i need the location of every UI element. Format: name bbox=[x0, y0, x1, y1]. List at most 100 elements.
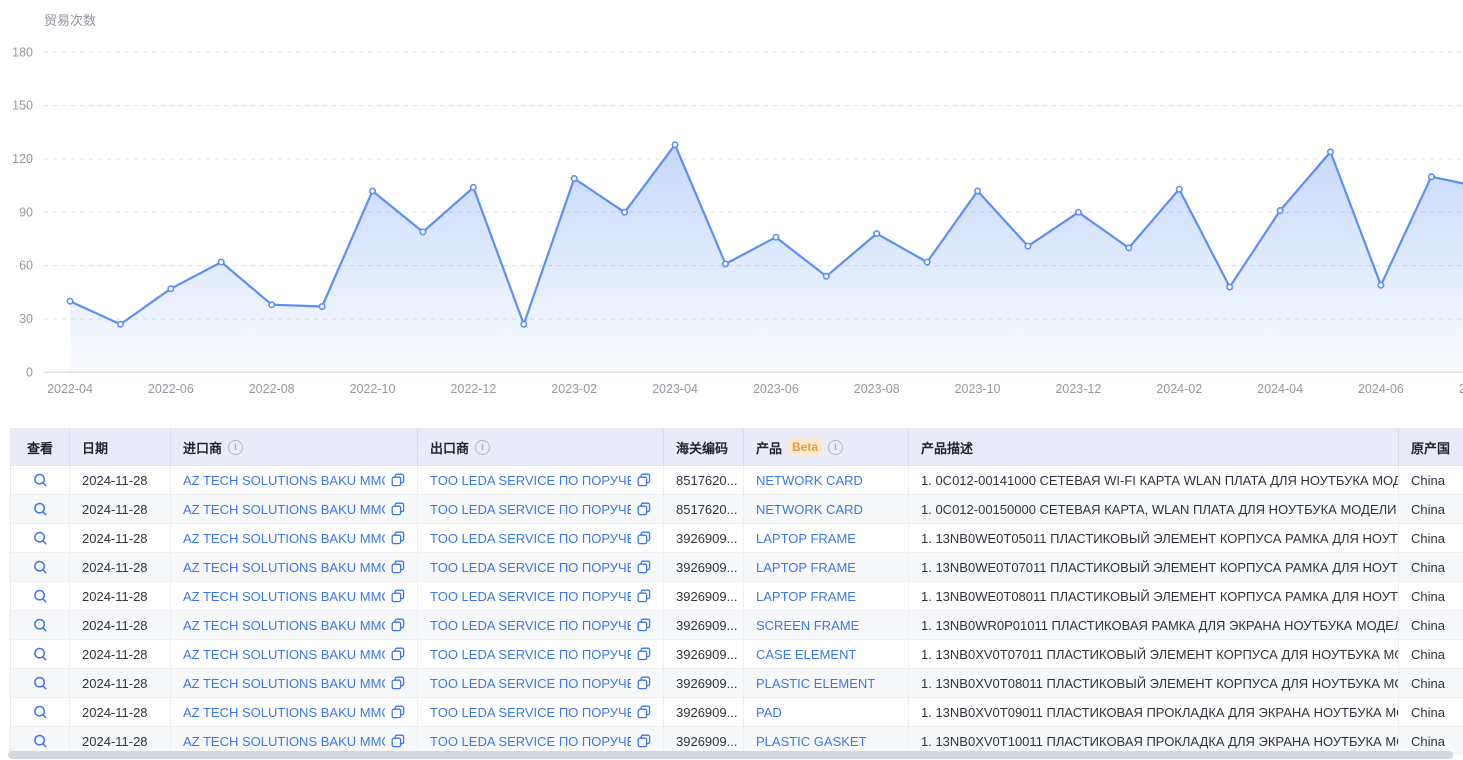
copy-icon[interactable] bbox=[391, 734, 405, 748]
origin-country-value: China bbox=[1411, 589, 1445, 604]
data-point-marker[interactable] bbox=[370, 188, 375, 193]
data-point-marker[interactable] bbox=[924, 259, 929, 264]
data-point-marker[interactable] bbox=[1378, 282, 1383, 287]
product-link[interactable]: CASE ELEMENT bbox=[756, 647, 856, 662]
data-point-marker[interactable] bbox=[1177, 186, 1182, 191]
search-icon bbox=[33, 734, 48, 749]
importer-link[interactable]: AZ TECH SOLUTIONS BAKU MMC bbox=[183, 589, 385, 604]
copy-icon[interactable] bbox=[637, 618, 651, 632]
exporter-link[interactable]: TOO LEDA SERVICE ПО ПОРУЧЕН... bbox=[430, 589, 631, 604]
info-icon[interactable]: i bbox=[475, 440, 490, 455]
copy-icon[interactable] bbox=[391, 531, 405, 545]
view-details-button[interactable] bbox=[11, 640, 70, 669]
view-details-button[interactable] bbox=[11, 582, 70, 611]
copy-icon[interactable] bbox=[391, 647, 405, 661]
data-point-marker[interactable] bbox=[1328, 149, 1333, 154]
data-point-marker[interactable] bbox=[420, 229, 425, 234]
view-details-button[interactable] bbox=[11, 553, 70, 582]
copy-icon[interactable] bbox=[637, 502, 651, 516]
view-details-button[interactable] bbox=[11, 524, 70, 553]
exporter-link[interactable]: TOO LEDA SERVICE ПО ПОРУЧЕН... bbox=[430, 676, 631, 691]
copy-icon[interactable] bbox=[637, 531, 651, 545]
product-link[interactable]: PLASTIC ELEMENT bbox=[756, 676, 875, 691]
data-point-marker[interactable] bbox=[521, 322, 526, 327]
view-details-button[interactable] bbox=[11, 611, 70, 640]
data-point-marker[interactable] bbox=[824, 274, 829, 279]
data-point-marker[interactable] bbox=[572, 176, 577, 181]
exporter-link[interactable]: TOO LEDA SERVICE ПО ПОРУЧЕН... bbox=[430, 502, 631, 517]
data-point-marker[interactable] bbox=[773, 234, 778, 239]
copy-icon[interactable] bbox=[391, 676, 405, 690]
copy-icon[interactable] bbox=[391, 560, 405, 574]
copy-icon[interactable] bbox=[391, 502, 405, 516]
data-point-marker[interactable] bbox=[672, 142, 677, 147]
copy-icon[interactable] bbox=[637, 705, 651, 719]
data-point-marker[interactable] bbox=[1429, 174, 1434, 179]
importer-link[interactable]: AZ TECH SOLUTIONS BAKU MMC bbox=[183, 502, 385, 517]
importer-link[interactable]: AZ TECH SOLUTIONS BAKU MMC bbox=[183, 560, 385, 575]
copy-icon[interactable] bbox=[391, 618, 405, 632]
exporter-link[interactable]: TOO LEDA SERVICE ПО ПОРУЧЕН... bbox=[430, 531, 631, 546]
hs-code-cell: 3926909... bbox=[664, 582, 744, 611]
data-point-marker[interactable] bbox=[723, 261, 728, 266]
product-link[interactable]: LAPTOP FRAME bbox=[756, 589, 856, 604]
data-point-marker[interactable] bbox=[118, 322, 123, 327]
date-cell: 2024-11-28 bbox=[70, 640, 171, 669]
exporter-link[interactable]: TOO LEDA SERVICE ПО ПОРУЧЕН... bbox=[430, 705, 631, 720]
product-link[interactable]: SCREEN FRAME bbox=[756, 618, 859, 633]
importer-cell: AZ TECH SOLUTIONS BAKU MMC bbox=[171, 611, 418, 640]
view-details-button[interactable] bbox=[11, 669, 70, 698]
x-tick-label: 2023-04 bbox=[652, 382, 698, 396]
data-point-marker[interactable] bbox=[1227, 284, 1232, 289]
exporter-link[interactable]: TOO LEDA SERVICE ПО ПОРУЧЕН... bbox=[430, 473, 631, 488]
data-point-marker[interactable] bbox=[1126, 245, 1131, 250]
data-point-marker[interactable] bbox=[219, 259, 224, 264]
exporter-link[interactable]: TOO LEDA SERVICE ПО ПОРУЧЕН... bbox=[430, 560, 631, 575]
copy-icon[interactable] bbox=[637, 676, 651, 690]
importer-link[interactable]: AZ TECH SOLUTIONS BAKU MMC bbox=[183, 647, 385, 662]
product-link[interactable]: NETWORK CARD bbox=[756, 473, 863, 488]
copy-icon[interactable] bbox=[637, 589, 651, 603]
data-point-marker[interactable] bbox=[622, 210, 627, 215]
origin-country-cell: China bbox=[1399, 611, 1463, 640]
copy-icon[interactable] bbox=[391, 589, 405, 603]
view-details-button[interactable] bbox=[11, 698, 70, 727]
trade-count-chart: 贸易次数 03060901201501802022-042022-062022-… bbox=[0, 0, 1463, 400]
data-point-marker[interactable] bbox=[1025, 243, 1030, 248]
copy-icon[interactable] bbox=[637, 734, 651, 748]
data-point-marker[interactable] bbox=[168, 286, 173, 291]
data-point-marker[interactable] bbox=[874, 231, 879, 236]
importer-link[interactable]: AZ TECH SOLUTIONS BAKU MMC bbox=[183, 676, 385, 691]
importer-link[interactable]: AZ TECH SOLUTIONS BAKU MMC bbox=[183, 705, 385, 720]
horizontal-scrollbar[interactable] bbox=[8, 751, 1453, 759]
info-icon[interactable]: i bbox=[228, 440, 243, 455]
importer-link[interactable]: AZ TECH SOLUTIONS BAKU MMC bbox=[183, 618, 385, 633]
data-point-marker[interactable] bbox=[1277, 208, 1282, 213]
product-link[interactable]: PLASTIC GASKET bbox=[756, 734, 867, 749]
product-link[interactable]: NETWORK CARD bbox=[756, 502, 863, 517]
exporter-link[interactable]: TOO LEDA SERVICE ПО ПОРУЧЕН... bbox=[430, 618, 631, 633]
exporter-link[interactable]: TOO LEDA SERVICE ПО ПОРУЧЕН... bbox=[430, 647, 631, 662]
product-link[interactable]: LAPTOP FRAME bbox=[756, 560, 856, 575]
importer-link[interactable]: AZ TECH SOLUTIONS BAKU MMC bbox=[183, 473, 385, 488]
importer-link[interactable]: AZ TECH SOLUTIONS BAKU MMC bbox=[183, 734, 385, 749]
importer-link[interactable]: AZ TECH SOLUTIONS BAKU MMC bbox=[183, 531, 385, 546]
data-point-marker[interactable] bbox=[319, 304, 324, 309]
copy-icon[interactable] bbox=[637, 473, 651, 487]
view-details-button[interactable] bbox=[11, 495, 70, 524]
product-link[interactable]: PAD bbox=[756, 705, 782, 720]
copy-icon[interactable] bbox=[391, 705, 405, 719]
data-point-marker[interactable] bbox=[67, 298, 72, 303]
copy-icon[interactable] bbox=[637, 647, 651, 661]
data-point-marker[interactable] bbox=[269, 302, 274, 307]
info-icon[interactable]: i bbox=[828, 440, 843, 455]
exporter-link[interactable]: TOO LEDA SERVICE ПО ПОРУЧЕН... bbox=[430, 734, 631, 749]
product-link[interactable]: LAPTOP FRAME bbox=[756, 531, 856, 546]
data-point-marker[interactable] bbox=[1076, 210, 1081, 215]
data-point-marker[interactable] bbox=[471, 185, 476, 190]
copy-icon[interactable] bbox=[391, 473, 405, 487]
data-point-marker[interactable] bbox=[975, 188, 980, 193]
copy-icon[interactable] bbox=[637, 560, 651, 574]
view-details-button[interactable] bbox=[11, 466, 70, 495]
trade-data-page: 贸易次数 03060901201501802022-042022-062022-… bbox=[0, 0, 1463, 760]
